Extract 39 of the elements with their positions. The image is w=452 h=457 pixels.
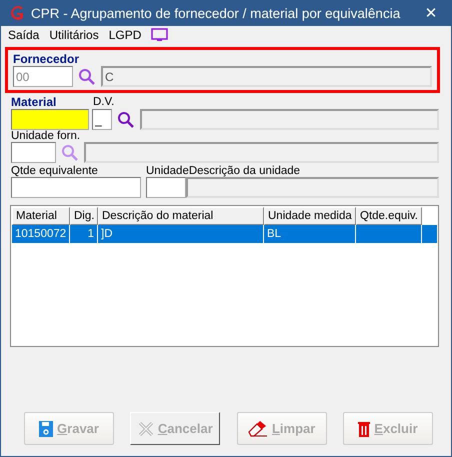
- input-field[interactable]: [186, 177, 439, 198]
- field-label: D.V.: [93, 96, 114, 108]
- table-cell: 10150072: [12, 225, 70, 243]
- x-icon: [138, 420, 154, 436]
- column-header[interactable]: Descrição do material: [98, 207, 264, 225]
- input-field[interactable]: [146, 177, 186, 198]
- search-icon[interactable]: [117, 110, 135, 128]
- eraser-icon: [248, 420, 268, 436]
- menu-item[interactable]: Utilitários: [49, 28, 99, 42]
- column-header[interactable]: Unidade medida: [264, 207, 356, 225]
- input-field[interactable]: _: [92, 109, 112, 130]
- input-field[interactable]: [11, 142, 56, 163]
- field-label: Descrição da unidade: [188, 165, 300, 177]
- monitor-icon[interactable]: [151, 28, 168, 42]
- close-button[interactable]: ✕: [411, 0, 451, 26]
- input-field[interactable]: [140, 109, 439, 130]
- table-cell: 1: [70, 225, 98, 243]
- field-label: Unidade: [146, 165, 189, 177]
- input-field[interactable]: 00: [13, 66, 73, 87]
- field-label: Material: [11, 95, 58, 109]
- menu-item[interactable]: LGPD: [108, 28, 142, 42]
- field-label: Fornecedor: [13, 52, 80, 66]
- menu-item[interactable]: Saída: [8, 28, 40, 42]
- table-cell: BL: [264, 225, 356, 243]
- search-icon[interactable]: [78, 68, 96, 86]
- field-label: Qtde equivalente: [11, 165, 99, 177]
- table-row[interactable]: 10150072 1 ]D BL: [12, 225, 437, 243]
- input-field[interactable]: [11, 109, 89, 130]
- input-field[interactable]: [11, 177, 141, 198]
- field-label: Unidade forn.: [11, 130, 82, 142]
- column-header[interactable]: Qtde.equiv.: [356, 207, 422, 225]
- trash-icon: [358, 420, 370, 436]
- input-field[interactable]: [84, 142, 439, 163]
- input-field[interactable]: C: [101, 66, 432, 87]
- table-cell: ]D: [98, 225, 264, 243]
- column-header[interactable]: Material: [12, 207, 70, 225]
- window-title: CPR - Agrupamento de fornecedor / material por equivalência: [31, 6, 402, 20]
- column-header[interactable]: Dig.: [70, 207, 98, 225]
- logo-icon: [9, 5, 25, 21]
